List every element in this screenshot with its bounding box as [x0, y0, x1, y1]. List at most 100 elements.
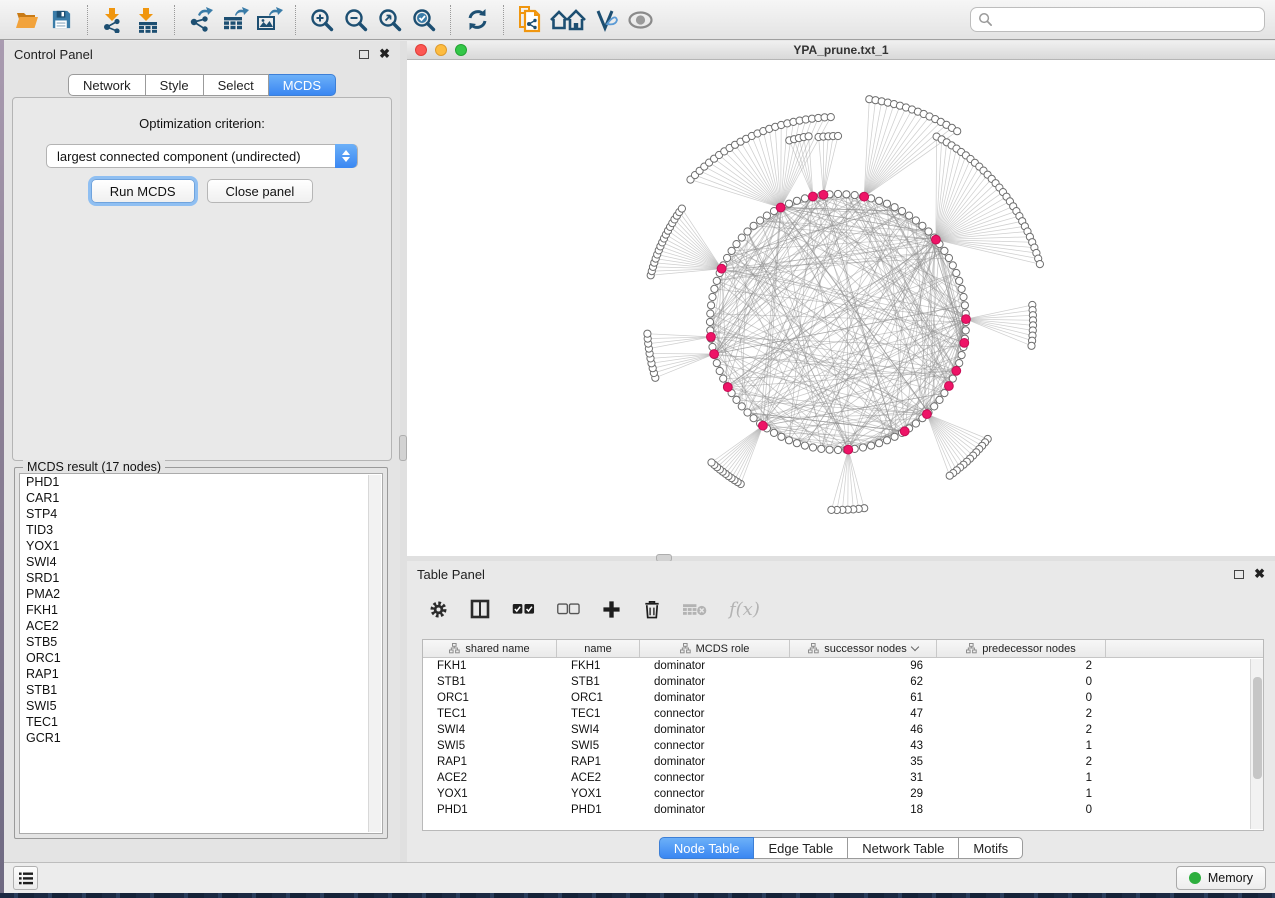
optimization-criterion-select[interactable]: largest connected component (undirected) — [46, 144, 358, 168]
table-cell[interactable]: TEC1 — [557, 706, 640, 722]
table-cell[interactable]: dominator — [640, 802, 790, 818]
table-cell[interactable]: connector — [640, 786, 790, 802]
search-field[interactable] — [970, 7, 1265, 32]
show-annotations-button[interactable] — [623, 4, 657, 36]
mcds-list-scrollbar[interactable] — [368, 475, 381, 832]
table-cell[interactable]: dominator — [640, 722, 790, 738]
memory-button[interactable]: Memory — [1176, 866, 1266, 890]
export-network-button[interactable] — [184, 4, 218, 36]
table-cell[interactable]: 43 — [790, 738, 937, 754]
table-cell[interactable]: TEC1 — [423, 706, 557, 722]
tab-style[interactable]: Style — [146, 74, 204, 96]
table-tab-node-table[interactable]: Node Table — [659, 837, 755, 859]
table-settings-button[interactable] — [429, 600, 448, 619]
float-panel-icon[interactable] — [359, 50, 369, 59]
table-cell[interactable]: 35 — [790, 754, 937, 770]
table-scrollbar[interactable] — [1250, 659, 1263, 829]
table-cell[interactable]: 96 — [790, 658, 937, 674]
task-history-button[interactable] — [13, 866, 38, 890]
table-cell[interactable]: FKH1 — [423, 658, 557, 674]
table-cell[interactable]: SWI4 — [557, 722, 640, 738]
mcds-node-item[interactable]: SWI5 — [20, 698, 382, 714]
open-button[interactable] — [10, 4, 44, 36]
table-cell[interactable]: RAP1 — [423, 754, 557, 770]
table-cell[interactable]: 1 — [937, 738, 1106, 754]
run-mcds-button[interactable]: Run MCDS — [91, 179, 195, 203]
table-row[interactable]: YOX1YOX1connector291 — [423, 786, 1263, 802]
zoom-selected-button[interactable] — [407, 4, 441, 36]
column-header-name[interactable]: name — [557, 640, 640, 657]
delete-column-button[interactable] — [643, 599, 661, 619]
mcds-node-item[interactable]: ACE2 — [20, 618, 382, 634]
column-header-MCDS-role[interactable]: MCDS role — [640, 640, 790, 657]
table-cell[interactable]: SWI4 — [423, 722, 557, 738]
import-network-button[interactable] — [97, 4, 131, 36]
import-table-button[interactable] — [131, 4, 165, 36]
mcds-node-item[interactable]: PMA2 — [20, 586, 382, 602]
table-cell[interactable]: dominator — [640, 754, 790, 770]
mcds-node-item[interactable]: SRD1 — [20, 570, 382, 586]
table-cell[interactable]: PHD1 — [423, 802, 557, 818]
table-cell[interactable]: STB1 — [423, 674, 557, 690]
mcds-node-item[interactable]: STP4 — [20, 506, 382, 522]
column-header-predecessor-nodes[interactable]: predecessor nodes — [937, 640, 1106, 657]
table-cell[interactable]: 0 — [937, 802, 1106, 818]
close-panel-button[interactable]: Close panel — [207, 179, 314, 203]
table-cell[interactable]: 2 — [937, 754, 1106, 770]
table-cell[interactable]: dominator — [640, 674, 790, 690]
table-cell[interactable]: 1 — [937, 786, 1106, 802]
zoom-in-button[interactable] — [305, 4, 339, 36]
table-cell[interactable]: 46 — [790, 722, 937, 738]
table-cell[interactable]: ACE2 — [423, 770, 557, 786]
mcds-node-item[interactable]: SWI4 — [20, 554, 382, 570]
mcds-node-item[interactable]: STB1 — [20, 682, 382, 698]
table-cell[interactable]: ORC1 — [423, 690, 557, 706]
table-cell[interactable]: STB1 — [557, 674, 640, 690]
save-button[interactable] — [44, 4, 78, 36]
mcds-node-item[interactable]: RAP1 — [20, 666, 382, 682]
mcds-node-item[interactable]: GCR1 — [20, 730, 382, 746]
mcds-node-item[interactable]: TEC1 — [20, 714, 382, 730]
export-table-button[interactable] — [218, 4, 252, 36]
table-cell[interactable]: 0 — [937, 674, 1106, 690]
table-cell[interactable]: connector — [640, 770, 790, 786]
mcds-node-item[interactable]: ORC1 — [20, 650, 382, 666]
table-tab-motifs[interactable]: Motifs — [959, 837, 1023, 859]
select-all-columns-button[interactable] — [512, 603, 535, 615]
column-header-shared-name[interactable]: shared name — [423, 640, 557, 657]
refresh-button[interactable] — [460, 4, 494, 36]
table-cell[interactable]: SWI5 — [423, 738, 557, 754]
table-cell[interactable]: ACE2 — [557, 770, 640, 786]
close-panel-icon[interactable]: ✖ — [379, 49, 390, 59]
mcds-node-item[interactable]: FKH1 — [20, 602, 382, 618]
split-panel-button[interactable] — [470, 599, 490, 619]
table-row[interactable]: SWI4SWI4dominator462 — [423, 722, 1263, 738]
table-cell[interactable]: 47 — [790, 706, 937, 722]
table-cell[interactable]: 0 — [937, 690, 1106, 706]
tab-mcds[interactable]: MCDS — [269, 74, 336, 96]
table-cell[interactable]: 2 — [937, 658, 1106, 674]
float-panel-icon[interactable] — [1234, 570, 1244, 579]
mcds-node-item[interactable]: STB5 — [20, 634, 382, 650]
table-cell[interactable]: dominator — [640, 658, 790, 674]
table-row[interactable]: PHD1PHD1dominator180 — [423, 802, 1263, 818]
search-input[interactable] — [993, 13, 1257, 27]
table-scrollbar-thumb[interactable] — [1253, 677, 1262, 779]
table-cell[interactable]: SWI5 — [557, 738, 640, 754]
column-header-successor-nodes[interactable]: successor nodes — [790, 640, 937, 657]
mcds-node-item[interactable]: PHD1 — [20, 474, 382, 490]
zoom-out-button[interactable] — [339, 4, 373, 36]
table-cell[interactable]: connector — [640, 706, 790, 722]
tab-network[interactable]: Network — [68, 74, 146, 96]
table-cell[interactable]: 61 — [790, 690, 937, 706]
mcds-node-item[interactable]: YOX1 — [20, 538, 382, 554]
table-tab-edge-table[interactable]: Edge Table — [754, 837, 848, 859]
mcds-result-list[interactable]: PHD1CAR1STP4TID3YOX1SWI4SRD1PMA2FKH1ACE2… — [19, 473, 383, 834]
table-cell[interactable]: 2 — [937, 722, 1106, 738]
vertical-splitter[interactable] — [400, 41, 407, 862]
table-cell[interactable]: RAP1 — [557, 754, 640, 770]
table-cell[interactable]: 18 — [790, 802, 937, 818]
network-canvas[interactable] — [407, 60, 1275, 556]
table-cell[interactable]: 1 — [937, 770, 1106, 786]
table-row[interactable]: ACE2ACE2connector311 — [423, 770, 1263, 786]
